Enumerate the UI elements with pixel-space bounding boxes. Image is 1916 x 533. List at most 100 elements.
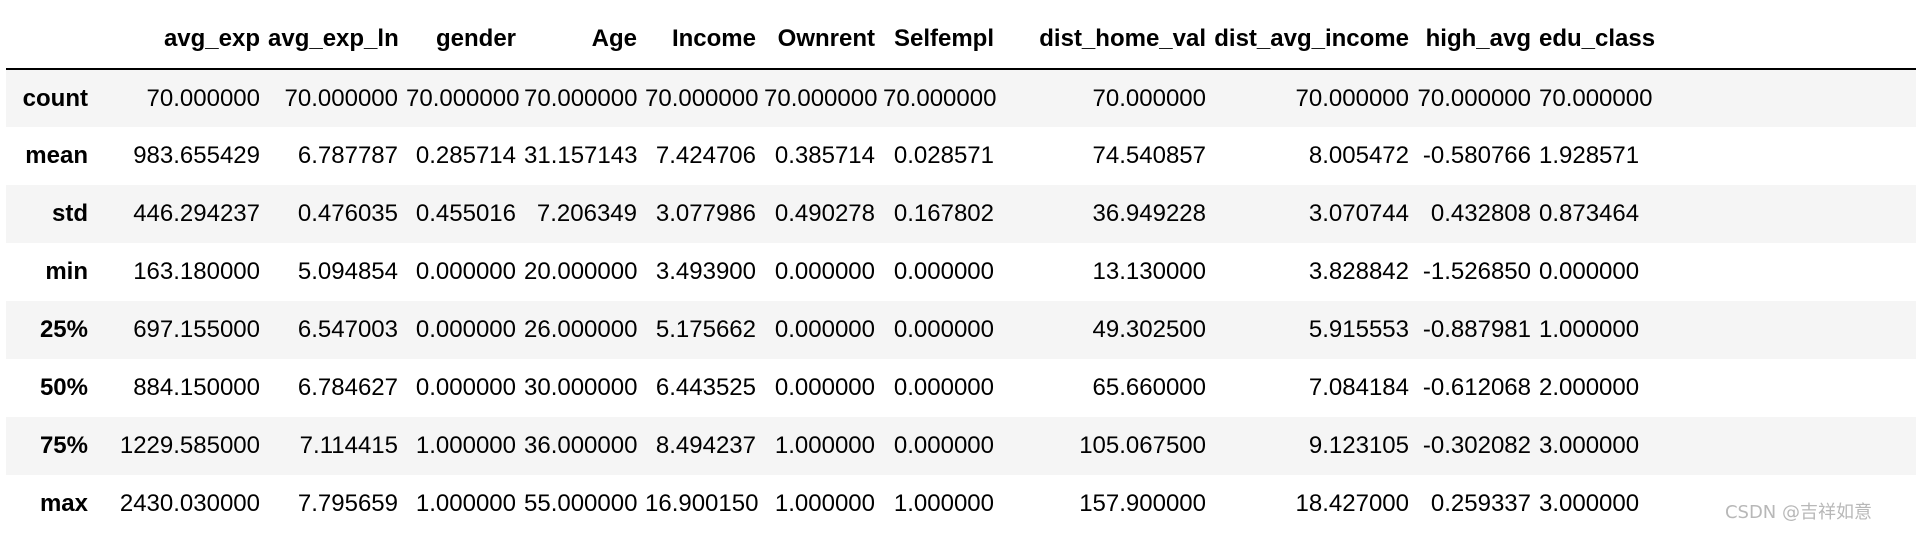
column-header: dist_avg_income [1214,10,1417,70]
table-cell: 70.000000 [883,84,997,112]
table-cell: 0.385714 [774,142,875,169]
table-cell: 0.259337 [1430,490,1531,517]
column-header: avg_exp_ln [268,10,406,70]
table-cell: 70.000000 [1092,84,1206,112]
table-cell: 0.000000 [893,374,994,401]
table-cell: 70.000000 [1295,84,1409,112]
table-cell: 105.067500 [1079,432,1206,459]
table-cell: 0.000000 [415,374,516,401]
table-row: max 2430.030000 7.795659 1.000000 55.000… [6,475,1916,533]
table-row: mean 983.655429 6.787787 0.285714 31.157… [6,127,1916,185]
table-row: std 446.294237 0.476035 0.455016 7.20634… [6,185,1916,243]
table-cell: -0.887981 [1422,316,1531,343]
table-cell: 1229.585000 [119,432,260,459]
table-cell: 884.150000 [133,374,260,401]
table-cell: 697.155000 [133,316,260,343]
table-cell: 0.000000 [893,432,994,459]
row-label: max [39,490,88,517]
table-cell: 65.660000 [1092,374,1206,401]
table-row: 50% 884.150000 6.784627 0.000000 30.0000… [6,359,1916,417]
table-cell: -0.302082 [1422,432,1531,459]
table-cell: 0.000000 [893,258,994,285]
table-cell: 0.476035 [297,200,398,227]
row-label: 25% [39,316,88,343]
table-cell: 3.000000 [1539,432,1640,459]
table-cell: 0.490278 [774,200,875,227]
table-cell: 55.000000 [524,490,638,517]
row-label: std [52,200,88,227]
table-cell: 0.000000 [415,258,516,285]
table-cell: 70.000000 [1539,84,1653,112]
table-cell: 18.427000 [1295,490,1409,517]
table-cell: 5.175662 [655,316,756,343]
row-label: count [22,84,88,112]
table-cell: 0.432808 [1430,200,1531,227]
table-cell: 1.000000 [774,432,875,459]
row-label: 50% [39,374,88,401]
table-cell: 0.000000 [1539,258,1640,285]
table-cell: 7.114415 [299,432,398,459]
row-label: 75% [39,432,88,459]
table-cell: 30.000000 [524,374,638,401]
column-header: gender [406,10,524,70]
table-cell: 1.000000 [415,490,516,517]
column-header: Ownrent [764,10,883,70]
table-cell: 1.000000 [774,490,875,517]
table-row: 75% 1229.585000 7.114415 1.000000 36.000… [6,417,1916,475]
table-cell: 16.900150 [645,490,759,517]
row-label: mean [25,142,88,169]
table-cell: 70.000000 [764,84,878,112]
index-header [6,10,96,70]
table-cell: 1.000000 [415,432,516,459]
table-cell: 70.000000 [284,84,398,112]
table-cell: 36.000000 [524,432,638,459]
table-cell: 446.294237 [133,200,260,227]
table-cell: 2.000000 [1539,374,1640,401]
table-cell: 0.028571 [893,142,994,169]
table-cell: 0.000000 [893,316,994,343]
header-row: avg_exp avg_exp_ln gender Age Income Own… [6,10,1916,70]
table-cell: 983.655429 [133,142,260,169]
table-cell: 1.000000 [1539,316,1640,343]
column-header: avg_exp [96,10,268,70]
table-cell: 157.900000 [1079,490,1206,517]
column-header: Age [524,10,645,70]
table-cell: 0.000000 [774,374,875,401]
table-cell: -1.526850 [1422,258,1531,285]
table-cell: 8.005472 [1308,142,1409,169]
table-cell: 8.494237 [655,432,756,459]
table-cell: 20.000000 [524,258,638,285]
table-cell: 7.424706 [655,142,756,169]
watermark: CSDN @吉祥如意 [1724,502,1872,523]
table-row: min 163.180000 5.094854 0.000000 20.0000… [6,243,1916,301]
table-cell: 6.787787 [297,142,398,169]
table-cell: 70.000000 [524,84,638,112]
table-cell: 7.084184 [1308,374,1409,401]
table-cell: 0.167802 [893,200,994,227]
table-cell: 74.540857 [1092,142,1206,169]
table-cell: 0.000000 [774,316,875,343]
table-cell: 1.000000 [893,490,994,517]
column-header: dist_home_val [1002,10,1214,70]
table-cell: 70.000000 [406,84,520,112]
table-row: 25% 697.155000 6.547003 0.000000 26.0000… [6,301,1916,359]
table-cell: 6.547003 [297,316,398,343]
table-cell: 13.130000 [1092,258,1206,285]
table-row: count 70.000000 70.000000 70.000000 70.0… [6,69,1916,127]
table-cell: 6.784627 [297,374,398,401]
table-cell: 49.302500 [1092,316,1206,343]
table-cell: 6.443525 [655,374,756,401]
table-cell: 9.123105 [1308,432,1409,459]
table-cell: 1.928571 [1539,142,1640,169]
column-header: high_avg [1417,10,1539,70]
table-cell: 5.915553 [1308,316,1409,343]
table-cell: 7.206349 [536,200,637,227]
table-cell: 0.285714 [415,142,516,169]
table-cell: 70.000000 [146,84,260,112]
table-cell: 7.795659 [297,490,398,517]
table-cell: 26.000000 [524,316,638,343]
table-cell: 163.180000 [133,258,260,285]
column-header: Income [645,10,764,70]
table-cell: 2430.030000 [119,490,260,517]
table-cell: 70.000000 [645,84,759,112]
